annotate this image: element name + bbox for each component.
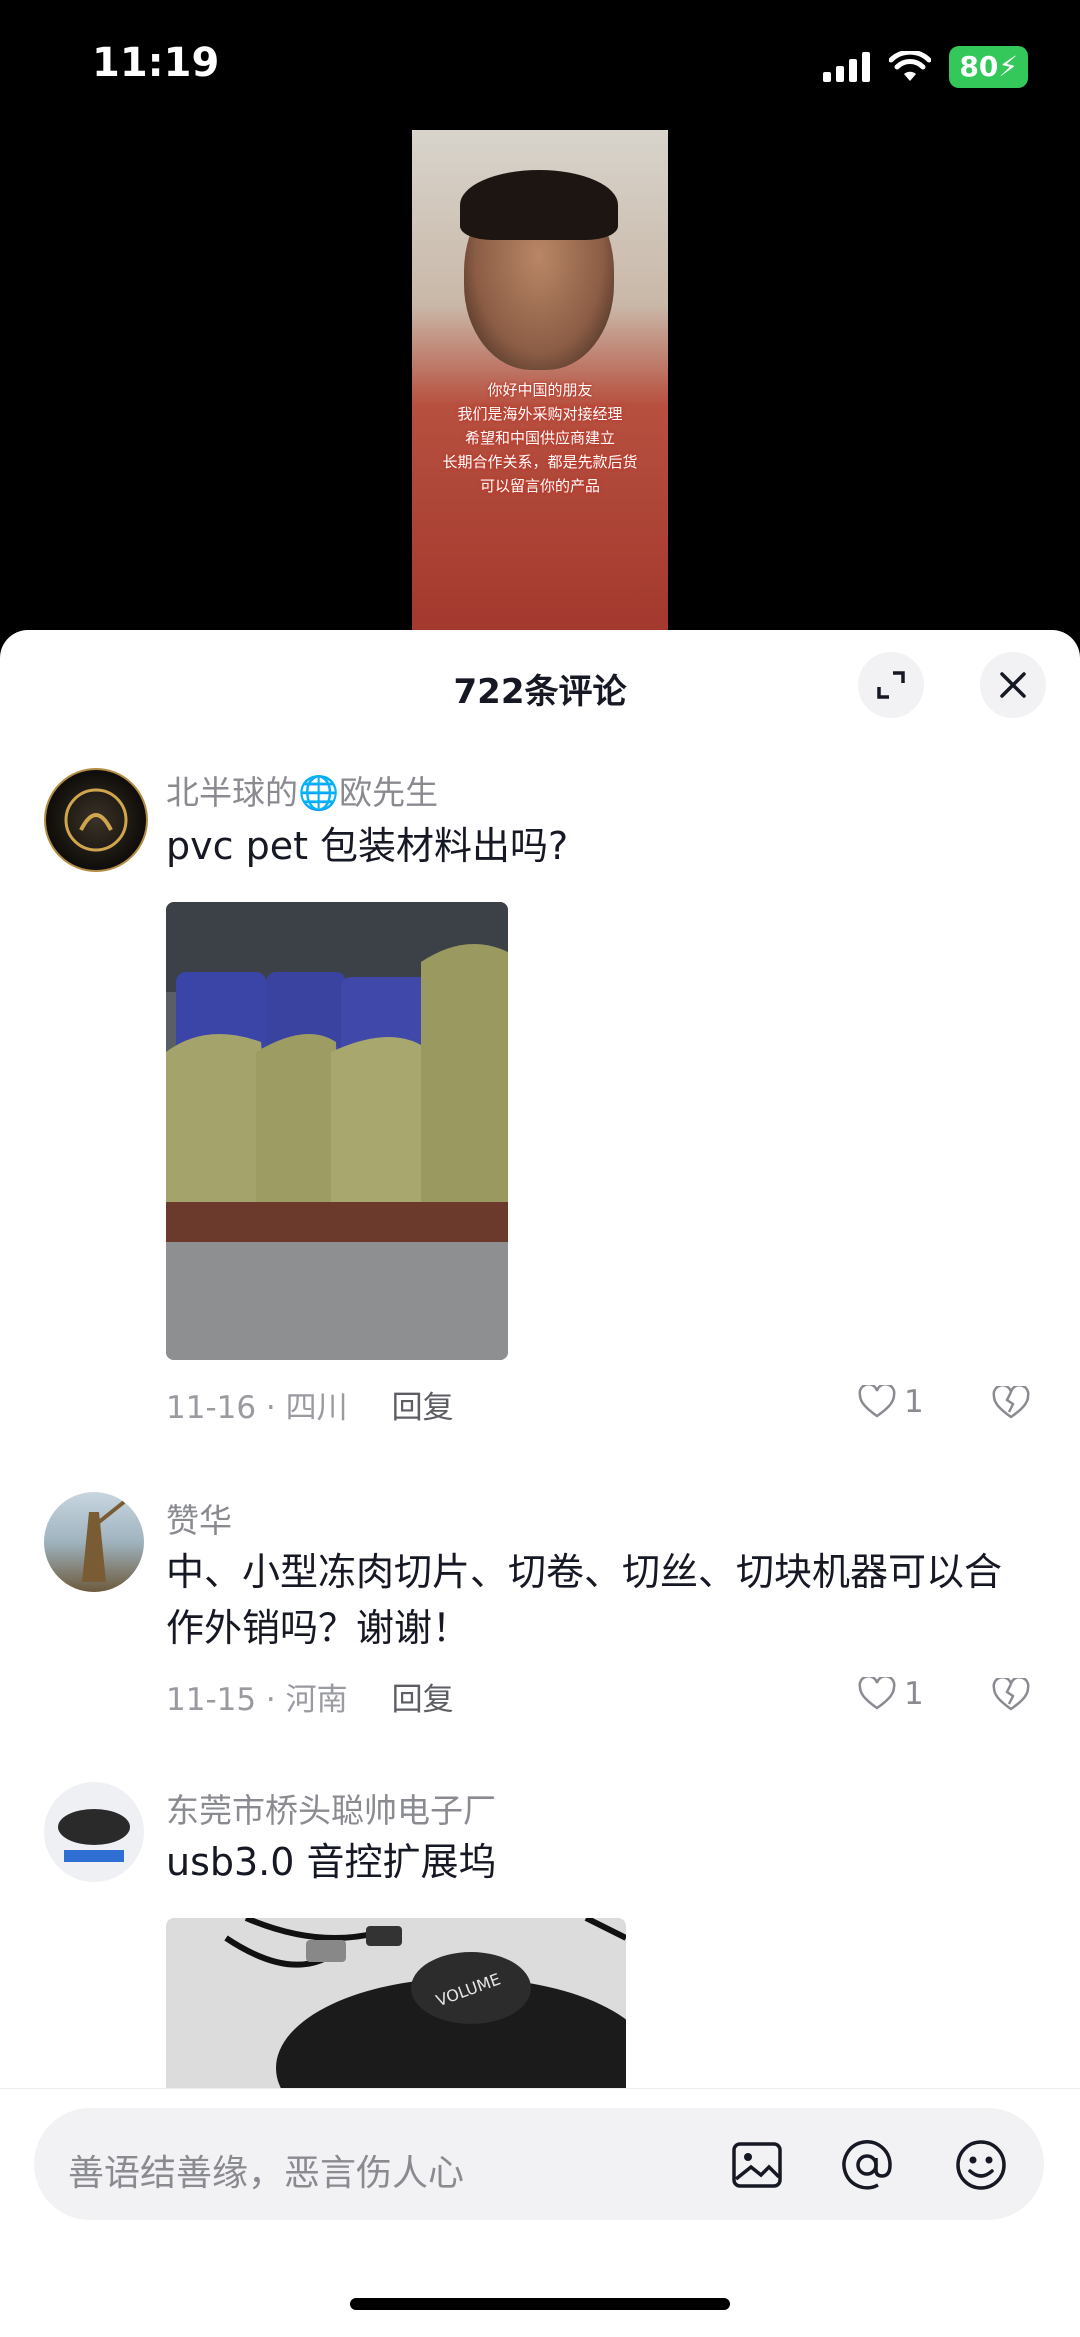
- image-button[interactable]: [730, 2138, 784, 2192]
- video-person-hair: [460, 170, 618, 240]
- charging-icon: ⚡: [998, 50, 1018, 83]
- divider: [0, 2088, 1080, 2089]
- comment-text: pvc pet 包装材料出吗?: [166, 824, 569, 868]
- reply-button[interactable]: 回复: [392, 1390, 454, 1426]
- comment-input-placeholder[interactable]: 善语结善缘，恶言伤人心: [68, 2144, 464, 2196]
- status-time: 11:19: [92, 40, 220, 86]
- comment-meta: 11-16 · 四川 回复: [166, 1382, 454, 1427]
- reply-button[interactable]: 回复: [392, 1682, 454, 1718]
- video-caption: 你好中国的朋友 我们是海外采购对接经理 希望和中国供应商建立 长期合作关系，都是…: [412, 378, 668, 498]
- usb-hub-photo: VOLUME: [166, 1918, 626, 2088]
- close-button[interactable]: [980, 652, 1046, 718]
- avatar-emblem-icon: [64, 788, 128, 852]
- emoji-icon: [956, 2140, 1006, 2190]
- avatar-product-icon: [58, 1809, 130, 1862]
- comment-text: usb3.0 音控扩展坞: [166, 1840, 497, 1884]
- caption-line: 我们是海外采购对接经理: [457, 405, 623, 423]
- avatar-statue-icon: [82, 1500, 126, 1582]
- at-icon: [842, 2140, 892, 2190]
- expand-button[interactable]: [858, 652, 924, 718]
- image-icon: [732, 2142, 782, 2188]
- wifi-icon: [889, 51, 932, 81]
- emoji-button[interactable]: [954, 2138, 1008, 2192]
- comment-image[interactable]: [166, 902, 508, 1360]
- status-icons: 80⚡: [823, 46, 1028, 88]
- like-count: 1: [904, 1676, 924, 1712]
- caption-line: 可以留言你的产品: [479, 477, 600, 495]
- caption-line: 你好中国的朋友: [487, 381, 593, 399]
- comment-date-location: 11-16 · 四川: [166, 1390, 348, 1426]
- video-player[interactable]: 你好中国的朋友 我们是海外采购对接经理 希望和中国供应商建立 长期合作关系，都是…: [412, 130, 668, 630]
- broken-heart-icon: [992, 1676, 1030, 1711]
- comment-date-location: 11-15 · 河南: [166, 1682, 348, 1718]
- like-count: 1: [904, 1384, 924, 1420]
- comment-image[interactable]: VOLUME: [166, 1918, 626, 2088]
- avatar[interactable]: [44, 1782, 144, 1882]
- comment-username[interactable]: 东莞市桥头聪帅电子厂: [166, 1784, 496, 1832]
- close-icon: [1000, 672, 1026, 698]
- expand-icon: [877, 671, 905, 699]
- like-button[interactable]: 1: [858, 1384, 924, 1420]
- dislike-button[interactable]: [992, 1676, 1030, 1716]
- comment-username[interactable]: 北半球的🌐欧先生: [166, 766, 438, 814]
- comment-meta: 11-15 · 河南 回复: [166, 1674, 454, 1719]
- comment-input-bar[interactable]: 善语结善缘，恶言伤人心: [34, 2108, 1044, 2220]
- heart-icon: [858, 1677, 896, 1710]
- caption-line: 长期合作关系，都是先款后货: [442, 453, 638, 471]
- battery-indicator: 80⚡: [949, 46, 1028, 88]
- avatar[interactable]: [44, 1492, 144, 1592]
- drums-photo: [166, 902, 508, 1360]
- avatar[interactable]: [44, 768, 148, 872]
- comment-text: 中、小型冻肉切片、切卷、切丝、切块机器可以合作外销吗？谢谢！: [166, 1550, 1003, 1650]
- mention-button[interactable]: [840, 2138, 894, 2192]
- broken-heart-icon: [992, 1384, 1030, 1419]
- comment-username[interactable]: 赞华: [166, 1494, 232, 1542]
- comments-sheet: 722条评论 北半球的🌐欧先生 pvc pet 包装材料出吗? 11-16 · …: [0, 630, 1080, 2337]
- dislike-button[interactable]: [992, 1384, 1030, 1424]
- home-indicator[interactable]: [350, 2298, 730, 2310]
- battery-level: 80: [959, 50, 999, 83]
- caption-line: 希望和中国供应商建立: [464, 429, 615, 447]
- heart-icon: [858, 1385, 896, 1418]
- like-button[interactable]: 1: [858, 1676, 924, 1712]
- signal-icon: [823, 52, 871, 82]
